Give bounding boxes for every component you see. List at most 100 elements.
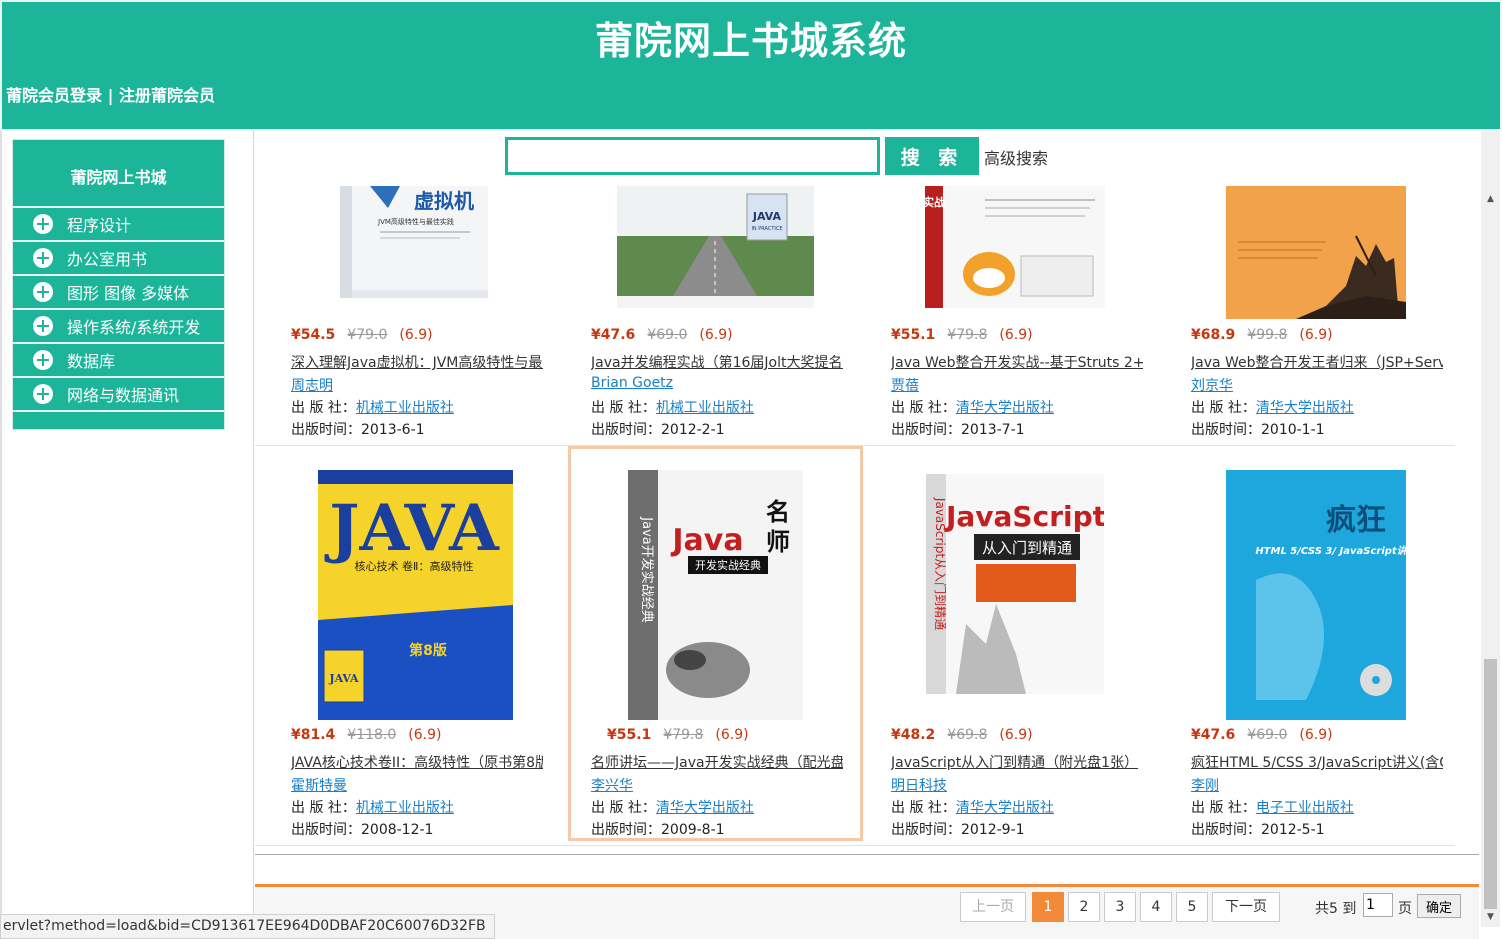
original-price: ¥118.0 bbox=[347, 727, 397, 743]
plus-icon bbox=[33, 316, 53, 336]
book-title-link[interactable]: 疯狂HTML 5/CSS 3/JavaScript讲义(含CD光盘1张) bbox=[1191, 752, 1443, 772]
divider bbox=[255, 854, 1479, 855]
current-price: ¥48.2 bbox=[891, 727, 936, 743]
date-label: 出版时间： bbox=[591, 822, 661, 838]
press-link[interactable]: 电子工业出版社 bbox=[1256, 800, 1354, 816]
discount: (6.9) bbox=[1299, 327, 1333, 343]
pubdate-line: 出版时间：2012-5-1 bbox=[1191, 819, 1325, 839]
pub-date: 2013-6-1 bbox=[361, 422, 425, 438]
category-menu: 莆院网上书城 程序设计 办公室用书 图形 图像 多媒体 操作系统/系统开发 数据… bbox=[12, 139, 225, 430]
sidebar-item-label: 数据库 bbox=[67, 352, 116, 371]
pub-date: 2012-5-1 bbox=[1261, 822, 1325, 838]
current-price: ¥54.5 bbox=[291, 327, 336, 343]
sidebar-item-office[interactable]: 办公室用书 bbox=[13, 242, 224, 276]
page-3-button[interactable]: 3 bbox=[1104, 892, 1136, 922]
cover-title: 虚拟机 bbox=[414, 189, 474, 213]
press-label: 出 版 社： bbox=[1191, 400, 1256, 416]
pub-date: 2012-9-1 bbox=[961, 822, 1025, 838]
author-link[interactable]: 刘京华 bbox=[1191, 375, 1233, 395]
cover-subtitle: 从入门到精通 bbox=[982, 539, 1072, 557]
book-title-link[interactable]: JavaScript从入门到精通（附光盘1张） bbox=[891, 752, 1143, 772]
sidebar-item-os[interactable]: 操作系统/系统开发 bbox=[13, 310, 224, 344]
book-title-link[interactable]: Java并发编程实战（第16届Jolt大奖提名图书） bbox=[591, 352, 843, 372]
pubdate-line: 出版时间：2008-12-1 bbox=[291, 819, 433, 839]
author-link[interactable]: Brian Goetz bbox=[591, 375, 673, 391]
page-4-button[interactable]: 4 bbox=[1140, 892, 1172, 922]
original-price: ¥69.0 bbox=[1247, 727, 1288, 743]
book-title-link[interactable]: JAVA核心技术卷II：高级特性（原书第8版） bbox=[291, 752, 543, 772]
press-label: 出 版 社： bbox=[891, 800, 956, 816]
vertical-scrollbar[interactable]: ▲ ▼ bbox=[1481, 131, 1500, 927]
cover-title: JAVA bbox=[752, 210, 782, 223]
search-button[interactable]: 搜 索 bbox=[885, 137, 979, 175]
press-link[interactable]: 机械工业出版社 bbox=[356, 400, 454, 416]
book-cover[interactable]: 实战 bbox=[925, 186, 1105, 308]
discount: (6.9) bbox=[715, 727, 749, 743]
cover-title: Java bbox=[670, 523, 743, 558]
book-cover[interactable]: 虚拟机 JVM高级特性与最佳实践 bbox=[340, 186, 488, 298]
cover-subtitle: JVM高级特性与最佳实践 bbox=[377, 217, 454, 226]
book-cover[interactable]: JAVA IN PRACTICE bbox=[617, 186, 814, 308]
book-cover[interactable] bbox=[1226, 186, 1406, 319]
current-price: ¥55.1 bbox=[607, 727, 652, 743]
book-cover[interactable]: JavaScript从入门到精通 JavaScript 从入门到精通 bbox=[926, 474, 1104, 694]
author-link[interactable]: 李刚 bbox=[1191, 775, 1219, 795]
press-link[interactable]: 清华大学出版社 bbox=[1256, 400, 1354, 416]
scroll-up-icon[interactable]: ▲ bbox=[1481, 191, 1500, 207]
original-price: ¥69.0 bbox=[647, 327, 688, 343]
price-line: ¥54.5 ¥79.0 (6.9) bbox=[291, 327, 433, 343]
date-label: 出版时间： bbox=[891, 422, 961, 438]
book-title-link[interactable]: Java Web整合开发王者归来（JSP+Servlet+Struts+Hibe… bbox=[1191, 352, 1443, 372]
book-cover[interactable]: Java开发实战经典 Java 开发实战经典 名 师 bbox=[628, 470, 803, 720]
press-link[interactable]: 清华大学出版社 bbox=[956, 800, 1054, 816]
press-link[interactable]: 机械工业出版社 bbox=[356, 800, 454, 816]
book-cover[interactable]: 疯狂 HTML 5/CSS 3/ JavaScript讲义 bbox=[1226, 470, 1406, 720]
sidebar-item-programming[interactable]: 程序设计 bbox=[13, 208, 224, 242]
book-title-link[interactable]: Java Web整合开发实战--基于Struts 2+Hibernate+Spr… bbox=[891, 352, 1143, 372]
author-link[interactable]: 霍斯特曼 bbox=[291, 775, 347, 795]
pub-date: 2008-12-1 bbox=[361, 822, 434, 838]
press-link[interactable]: 清华大学出版社 bbox=[956, 400, 1054, 416]
page-total-text: 共5 到 bbox=[1315, 901, 1357, 917]
book-row: 虚拟机 JVM高级特性与最佳实践 ¥54.5 ¥79.0 (6.9) 深入理解Jav… bbox=[255, 186, 1455, 446]
author-link[interactable]: 周志明 bbox=[291, 375, 333, 395]
page-1-button[interactable]: 1 bbox=[1032, 892, 1064, 922]
press-line: 出 版 社：清华大学出版社 bbox=[591, 797, 754, 817]
sidebar-item-database[interactable]: 数据库 bbox=[13, 344, 224, 378]
press-label: 出 版 社： bbox=[591, 800, 656, 816]
author-link[interactable]: 贾蓓 bbox=[891, 375, 919, 395]
page-5-button[interactable]: 5 bbox=[1176, 892, 1208, 922]
original-price: ¥79.0 bbox=[347, 327, 388, 343]
register-link[interactable]: 注册莆院会员 bbox=[119, 86, 215, 105]
book-cover[interactable]: JAVA 核心技术 卷Ⅱ：高级特性 JAVA 第8版 bbox=[318, 470, 513, 720]
date-label: 出版时间： bbox=[291, 422, 361, 438]
login-link[interactable]: 莆院会员登录 bbox=[6, 86, 102, 105]
price-line: ¥55.1 ¥79.8 (6.9) bbox=[607, 727, 749, 743]
search-input[interactable] bbox=[505, 137, 880, 175]
sidebar-item-graphics[interactable]: 图形 图像 多媒体 bbox=[13, 276, 224, 310]
press-line: 出 版 社：清华大学出版社 bbox=[891, 397, 1054, 417]
sidebar-item-label: 图形 图像 多媒体 bbox=[67, 284, 190, 303]
press-link[interactable]: 清华大学出版社 bbox=[656, 800, 754, 816]
author-link[interactable]: 明日科技 bbox=[891, 775, 947, 795]
page-2-button[interactable]: 2 bbox=[1068, 892, 1100, 922]
price-line: ¥55.1 ¥79.8 (6.9) bbox=[891, 327, 1033, 343]
pubdate-line: 出版时间：2010-1-1 bbox=[1191, 419, 1325, 439]
current-price: ¥68.9 bbox=[1191, 327, 1236, 343]
next-page-button[interactable]: 下一页 bbox=[1212, 892, 1280, 922]
cover-title: JAVA bbox=[324, 491, 500, 566]
scroll-down-icon[interactable]: ▼ bbox=[1481, 909, 1500, 925]
goto-page-input[interactable] bbox=[1363, 893, 1393, 917]
discount: (6.9) bbox=[999, 327, 1033, 343]
goto-confirm-button[interactable]: 确定 bbox=[1417, 894, 1461, 918]
book-title-link[interactable]: 名师讲坛——Java开发实战经典（配光盘） bbox=[591, 752, 843, 772]
scroll-thumb[interactable] bbox=[1484, 659, 1497, 909]
book-title-link[interactable]: 深入理解Java虚拟机：JVM高级特性与最佳实践 bbox=[291, 352, 543, 372]
press-link[interactable]: 机械工业出版社 bbox=[656, 400, 754, 416]
pub-date: 2009-8-1 bbox=[661, 822, 725, 838]
prev-page-button[interactable]: 上一页 bbox=[960, 892, 1026, 922]
sidebar-item-network[interactable]: 网络与数据通讯 bbox=[13, 378, 224, 412]
advanced-search-link[interactable]: 高级搜索 bbox=[984, 145, 1048, 169]
price-line: ¥81.4 ¥118.0 (6.9) bbox=[291, 727, 442, 743]
author-link[interactable]: 李兴华 bbox=[591, 775, 633, 795]
